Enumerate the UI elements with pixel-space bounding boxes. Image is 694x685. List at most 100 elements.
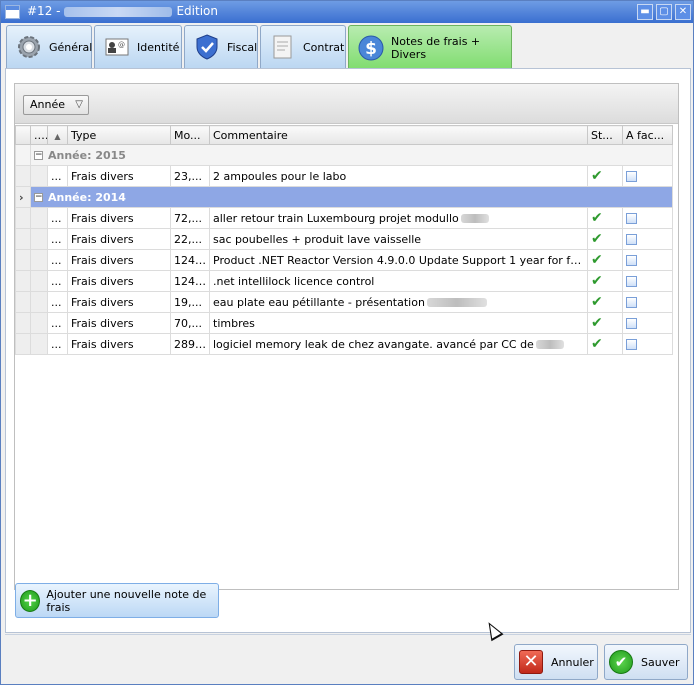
cancel-label: Annuler — [551, 655, 594, 669]
row-selector[interactable] — [15, 207, 31, 229]
tab-general[interactable]: Général — [6, 25, 92, 68]
collapse-toggle-icon[interactable]: − — [34, 193, 43, 202]
amount-cell: 124.... — [170, 270, 210, 292]
a-facturer-checkbox-box[interactable] — [626, 297, 637, 308]
save-button[interactable]: ✔ Sauver — [604, 644, 688, 680]
a-facturer-checkbox-box[interactable] — [626, 171, 637, 182]
tab-notes-de-frais[interactable]: $ Notes de frais + Divers — [348, 25, 512, 70]
row-options[interactable]: ... — [47, 291, 68, 313]
expense-row[interactable]: ... Frais divers 19,... eau plate eau pétil… — [15, 291, 673, 313]
column-header-statut[interactable]: St... — [587, 125, 623, 145]
a-facturer-checkbox-box[interactable] — [626, 318, 637, 329]
row-selector[interactable] — [15, 144, 31, 166]
a-facturer-checkbox[interactable] — [622, 165, 673, 187]
row-selector[interactable] — [15, 228, 31, 250]
a-facturer-checkbox[interactable] — [622, 291, 673, 313]
a-facturer-checkbox[interactable] — [622, 270, 673, 292]
row-options[interactable]: ... — [47, 165, 68, 187]
amount-cell-text: 22,... — [174, 232, 202, 246]
column-header-options[interactable]: ... — [30, 125, 48, 145]
tab-contrat[interactable]: Contrat — [260, 25, 346, 68]
row-selector[interactable] — [15, 270, 31, 292]
a-facturer-checkbox-box[interactable] — [626, 213, 637, 224]
minimize-button[interactable]: ▬ — [637, 4, 653, 20]
a-facturer-checkbox[interactable] — [622, 249, 673, 271]
group-header-cell[interactable]: − Année: 2014 — [30, 186, 673, 208]
expense-row[interactable]: ... Frais divers 72,... aller retour train … — [15, 207, 673, 229]
a-facturer-checkbox-box[interactable] — [626, 255, 637, 266]
status-check-icon: ✔ — [587, 207, 623, 229]
row-options-text: ... — [51, 274, 62, 288]
close-button[interactable]: ✕ — [675, 4, 691, 20]
comment-cell-text: .net intellilock licence control — [213, 274, 375, 288]
row-selector[interactable] — [15, 165, 31, 187]
tab-fiscal[interactable]: Fiscal — [184, 25, 258, 68]
expenses-grid: ... ▲ Type Mo... Commentaire St... A fac… — [15, 125, 673, 355]
row-indent — [30, 249, 48, 271]
add-expense-label: Ajouter une nouvelle note de frais — [46, 587, 207, 614]
tab-fiscal-label: Fiscal — [227, 40, 258, 54]
a-facturer-checkbox[interactable] — [622, 312, 673, 334]
status-check-icon: ✔ — [587, 333, 623, 355]
type-cell: Frais divers — [67, 291, 171, 313]
id-card-icon: @ — [103, 33, 131, 61]
collapse-toggle-icon[interactable]: − — [34, 151, 43, 160]
expense-row[interactable]: ... Frais divers 23,... 2 ampoules pour le … — [15, 165, 673, 187]
row-selector[interactable] — [15, 312, 31, 334]
row-selector[interactable] — [15, 249, 31, 271]
title-bar[interactable]: #12 - Edition ▬ ▢ ✕ — [1, 1, 693, 23]
expense-row[interactable]: ... Frais divers 289.... logiciel memory le… — [15, 333, 673, 355]
add-expense-button[interactable]: + Ajouter une nouvelle note de frais — [15, 583, 219, 618]
group-label: Année: 2015 — [48, 148, 126, 162]
row-options[interactable]: ... — [47, 249, 68, 271]
group-by-year-button[interactable]: Année ▽ — [23, 95, 89, 115]
status-check-icon: ✔ — [587, 249, 623, 271]
a-facturer-checkbox-box[interactable] — [626, 234, 637, 245]
comment-cell-text: aller retour train Luxembourg projet mod… — [213, 211, 459, 225]
group-by-year-label: Année — [30, 98, 66, 111]
tab-contrat-label: Contrat — [303, 40, 345, 54]
group-by-bar: Année ▽ — [15, 84, 678, 124]
amount-cell-text: 72,... — [174, 211, 202, 225]
expense-row[interactable]: ... Frais divers 70,... timbres ✔ — [15, 312, 673, 334]
a-facturer-checkbox-box[interactable] — [626, 276, 637, 287]
type-cell: Frais divers — [67, 165, 171, 187]
column-header-sort[interactable]: ▲ — [47, 125, 68, 145]
row-options[interactable]: ... — [47, 228, 68, 250]
app-icon — [5, 5, 20, 19]
tab-identite-label: Identité — [137, 40, 180, 54]
row-indent — [30, 207, 48, 229]
column-header-montant[interactable]: Mo... — [170, 125, 210, 145]
a-facturer-checkbox[interactable] — [622, 207, 673, 229]
row-options-text: ... — [51, 295, 62, 309]
tab-identite[interactable]: @ Identité — [94, 25, 182, 68]
group-label: Année: 2014 — [48, 190, 126, 204]
group-header-cell[interactable]: − Année: 2015 — [30, 144, 673, 166]
row-options[interactable]: ... — [47, 207, 68, 229]
row-options[interactable]: ... — [47, 312, 68, 334]
expense-row[interactable]: ... Frais divers 22,... sac poubelles + pro… — [15, 228, 673, 250]
row-options[interactable]: ... — [47, 333, 68, 355]
a-facturer-checkbox[interactable] — [622, 333, 673, 355]
row-options[interactable]: ... — [47, 270, 68, 292]
a-facturer-checkbox-box[interactable] — [626, 339, 637, 350]
amount-cell-text: 124.... — [174, 274, 209, 288]
column-header-a-facturer[interactable]: A fac... — [622, 125, 673, 145]
type-cell: Frais divers — [67, 207, 171, 229]
type-cell: Frais divers — [67, 333, 171, 355]
maximize-button[interactable]: ▢ — [656, 4, 672, 20]
cancel-button[interactable]: ✕ Annuler — [514, 644, 598, 680]
row-selector[interactable]: › — [15, 186, 31, 208]
expense-row[interactable]: ... Frais divers 124.... Product .NET React… — [15, 249, 673, 271]
column-header-commentaire[interactable]: Commentaire — [209, 125, 588, 145]
row-selector[interactable] — [15, 291, 31, 313]
comment-cell-text: Product .NET Reactor Version 4.9.0.0 Upd… — [213, 253, 588, 267]
a-facturer-checkbox[interactable] — [622, 228, 673, 250]
group-row[interactable]: − Année: 2015 — [15, 144, 673, 166]
row-indent — [30, 228, 48, 250]
group-row[interactable]: › − Année: 2014 — [15, 186, 673, 208]
expense-row[interactable]: ... Frais divers 124.... .net intellilock l… — [15, 270, 673, 292]
row-options-text: ... — [51, 316, 62, 330]
column-header-type[interactable]: Type — [67, 125, 171, 145]
row-selector[interactable] — [15, 333, 31, 355]
